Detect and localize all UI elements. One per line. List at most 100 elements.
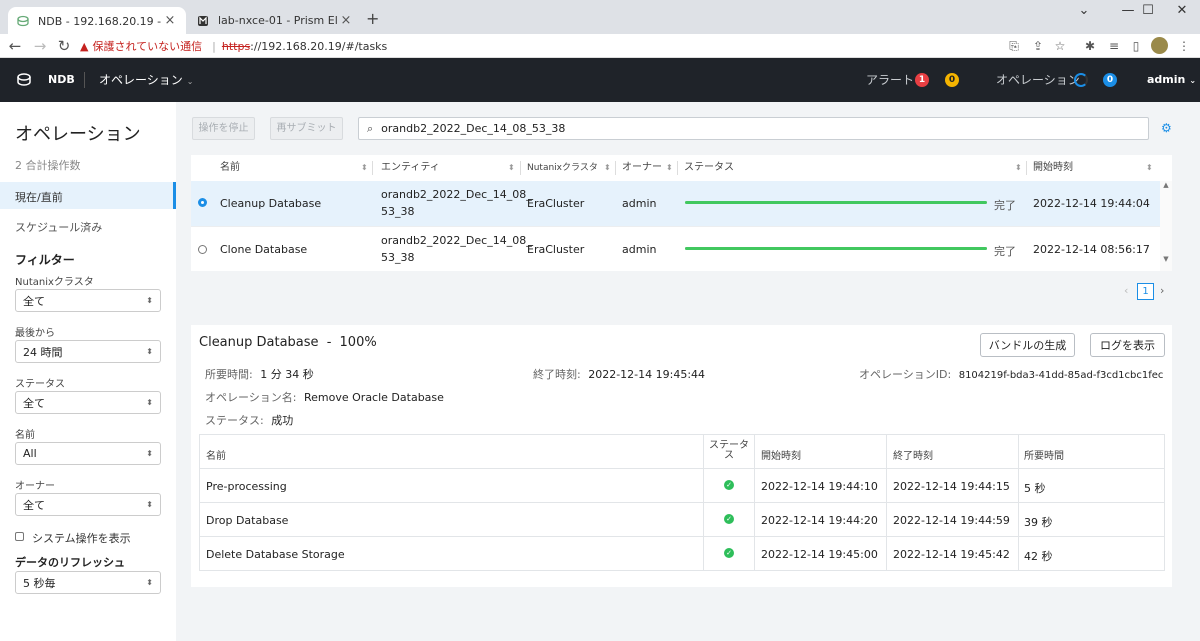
browser-tab-ndb[interactable]: NDB - 192.168.20.19 - オペレーショ × <box>8 7 186 34</box>
scrollbar[interactable]: ▲ ▼ <box>1160 181 1172 271</box>
step-name: Drop Database <box>206 514 289 527</box>
tab-search-icon[interactable]: ⌄ <box>1066 0 1102 24</box>
forward-icon[interactable]: → <box>30 36 50 56</box>
col-header-entity[interactable]: エンティティ <box>381 155 440 181</box>
new-tab-button[interactable]: + <box>366 9 382 29</box>
search-input[interactable]: ⌕ orandb2_2022_Dec_14_08_53_38 <box>358 117 1149 140</box>
table-row[interactable]: Cleanup Database orandb2_2022_Dec_14_08_… <box>191 181 1160 226</box>
col-header-status[interactable]: ステータス <box>684 155 734 181</box>
filter-name-value: All <box>23 447 37 460</box>
detail-end-time: 終了時刻: 2022-12-14 19:45:44 <box>533 366 705 382</box>
sort-icon[interactable]: ⬍ <box>666 163 673 172</box>
col-header-start[interactable]: 開始時刻 <box>1033 155 1073 181</box>
sort-icon[interactable]: ⬍ <box>508 163 515 172</box>
prev-page-icon[interactable]: ‹ <box>1124 284 1128 297</box>
bookmark-star-icon[interactable]: ☆ <box>1050 37 1070 55</box>
user-menu[interactable]: admin ⌄ <box>1147 58 1196 103</box>
divider: | <box>212 39 216 53</box>
maximize-icon[interactable]: ☐ <box>1130 0 1166 24</box>
col-header-owner[interactable]: オーナー <box>622 155 662 181</box>
op-entity: orandb2_2022_Dec_14_08_ <box>381 188 532 201</box>
share-icon[interactable]: ⇪ <box>1028 37 1048 55</box>
settings-gear-icon[interactable]: ⚙ <box>1161 121 1172 135</box>
operations-label[interactable]: オペレーション <box>996 58 1080 102</box>
scroll-down-icon[interactable]: ▼ <box>1160 255 1172 263</box>
close-icon[interactable]: × <box>162 13 178 28</box>
progress-fill <box>685 201 987 204</box>
extensions-icon[interactable]: ✱ <box>1080 37 1100 55</box>
window-close-icon[interactable]: ✕ <box>1164 0 1200 24</box>
success-check-icon: ✓ <box>724 548 734 558</box>
alerts-label[interactable]: アラート <box>866 58 914 102</box>
menu-kebab-icon[interactable]: ⋮ <box>1174 37 1194 55</box>
browser-tab-bar: NDB - 192.168.20.19 - オペレーショ × lab-nxce-… <box>0 0 1200 34</box>
main-menu-dropdown[interactable]: オペレーション ⌄ <box>99 58 193 104</box>
refresh-select[interactable]: 5 秒毎 ⬍ <box>15 571 161 594</box>
spinner-icon <box>1074 73 1088 87</box>
stop-operation-button[interactable]: 操作を停止 <box>192 117 255 140</box>
filter-cluster-value: 全て <box>23 294 45 308</box>
filter-name-select[interactable]: All ⬍ <box>15 442 161 465</box>
success-check-icon: ✓ <box>724 480 734 490</box>
address-bar: ← → ↻ ▲ 保護されていない通信 | https ://192.168.20… <box>0 34 1200 58</box>
op-name: Clone Database <box>220 243 308 256</box>
profile-avatar[interactable] <box>1151 37 1168 54</box>
sort-icon[interactable]: ⬍ <box>604 163 611 172</box>
sort-icon[interactable]: ⬍ <box>361 163 368 172</box>
operations-count-badge[interactable]: 0 <box>1103 73 1117 87</box>
back-icon[interactable]: ← <box>5 36 25 56</box>
system-ops-checkbox[interactable] <box>15 532 24 541</box>
refresh-value: 5 秒毎 <box>23 576 56 590</box>
steps-header-end: 終了時刻 <box>893 451 933 462</box>
browser-tab-prism[interactable]: lab-nxce-01 - Prism Element × <box>188 7 362 34</box>
detail-operation-id: オペレーションID: 8104219f-bda3-41dd-85ad-f3cd1… <box>859 366 1163 382</box>
filter-cluster-select[interactable]: 全て ⬍ <box>15 289 161 312</box>
table-row[interactable]: Clone Database orandb2_2022_Dec_14_08_ 5… <box>191 226 1160 271</box>
step-start: 2022-12-14 19:44:20 <box>761 514 878 527</box>
filter-status-value: 全て <box>23 396 45 410</box>
sort-icon[interactable]: ⬍ <box>1146 163 1153 172</box>
brand-name: NDB <box>48 73 75 86</box>
scroll-up-icon[interactable]: ▲ <box>1160 181 1172 189</box>
total-count: 2 合計操作数 <box>15 159 81 172</box>
chevron-down-icon: ⌄ <box>186 77 194 86</box>
divider <box>677 161 678 175</box>
side-panel-icon[interactable]: ▯ <box>1126 37 1146 55</box>
sort-icon[interactable]: ⬍ <box>1015 163 1022 172</box>
reload-icon[interactable]: ↻ <box>54 36 74 56</box>
steps-header-name: 名前 <box>206 451 226 462</box>
op-cluster: EraCluster <box>527 197 585 210</box>
op-status: 完了 <box>994 199 1016 212</box>
op-owner: admin <box>622 197 657 210</box>
page-number[interactable]: 1 <box>1137 283 1154 300</box>
divider <box>1026 161 1027 175</box>
generate-bundle-button[interactable]: バンドルの生成 <box>980 333 1075 357</box>
filter-period-select[interactable]: 24 時間 ⬍ <box>15 340 161 363</box>
table-row: Delete Database Storage ✓ 2022-12-14 19:… <box>200 536 1164 570</box>
row-radio-selected[interactable] <box>198 198 207 207</box>
filter-owner-select[interactable]: 全て ⬍ <box>15 493 161 516</box>
alerts-warning-badge[interactable]: 0 <box>945 73 959 87</box>
progress-track <box>685 247 987 250</box>
step-duration: 5 秒 <box>1024 482 1046 495</box>
nav-item-scheduled[interactable]: スケジュール済み <box>15 219 102 235</box>
resubmit-button[interactable]: 再サブミット <box>270 117 343 140</box>
alerts-critical-badge[interactable]: 1 <box>915 73 929 87</box>
url-path: ://192.168.20.19/#/tasks <box>250 39 388 53</box>
close-icon[interactable]: × <box>338 13 354 28</box>
next-page-icon[interactable]: › <box>1160 284 1164 297</box>
duration-label: 所要時間: <box>205 368 253 381</box>
user-name: admin <box>1147 73 1186 86</box>
detail-operation-name: オペレーション名: Remove Oracle Database <box>205 389 444 405</box>
view-log-button[interactable]: ログを表示 <box>1090 333 1165 357</box>
url-field[interactable]: ▲ 保護されていない通信 | https ://192.168.20.19/#/… <box>80 35 1000 57</box>
reading-list-icon[interactable]: ≡ <box>1104 37 1124 55</box>
row-radio[interactable] <box>198 245 207 254</box>
translate-icon[interactable]: ⎘ <box>1004 37 1024 55</box>
col-header-cluster[interactable]: Nutanixクラスタ <box>527 155 598 181</box>
security-status[interactable]: 保護されていない通信 <box>92 38 202 54</box>
col-header-name[interactable]: 名前 <box>220 155 240 181</box>
operation-id-label: オペレーションID: <box>859 368 952 381</box>
filter-status-select[interactable]: 全て ⬍ <box>15 391 161 414</box>
filter-period-label: 最後から <box>15 328 55 339</box>
